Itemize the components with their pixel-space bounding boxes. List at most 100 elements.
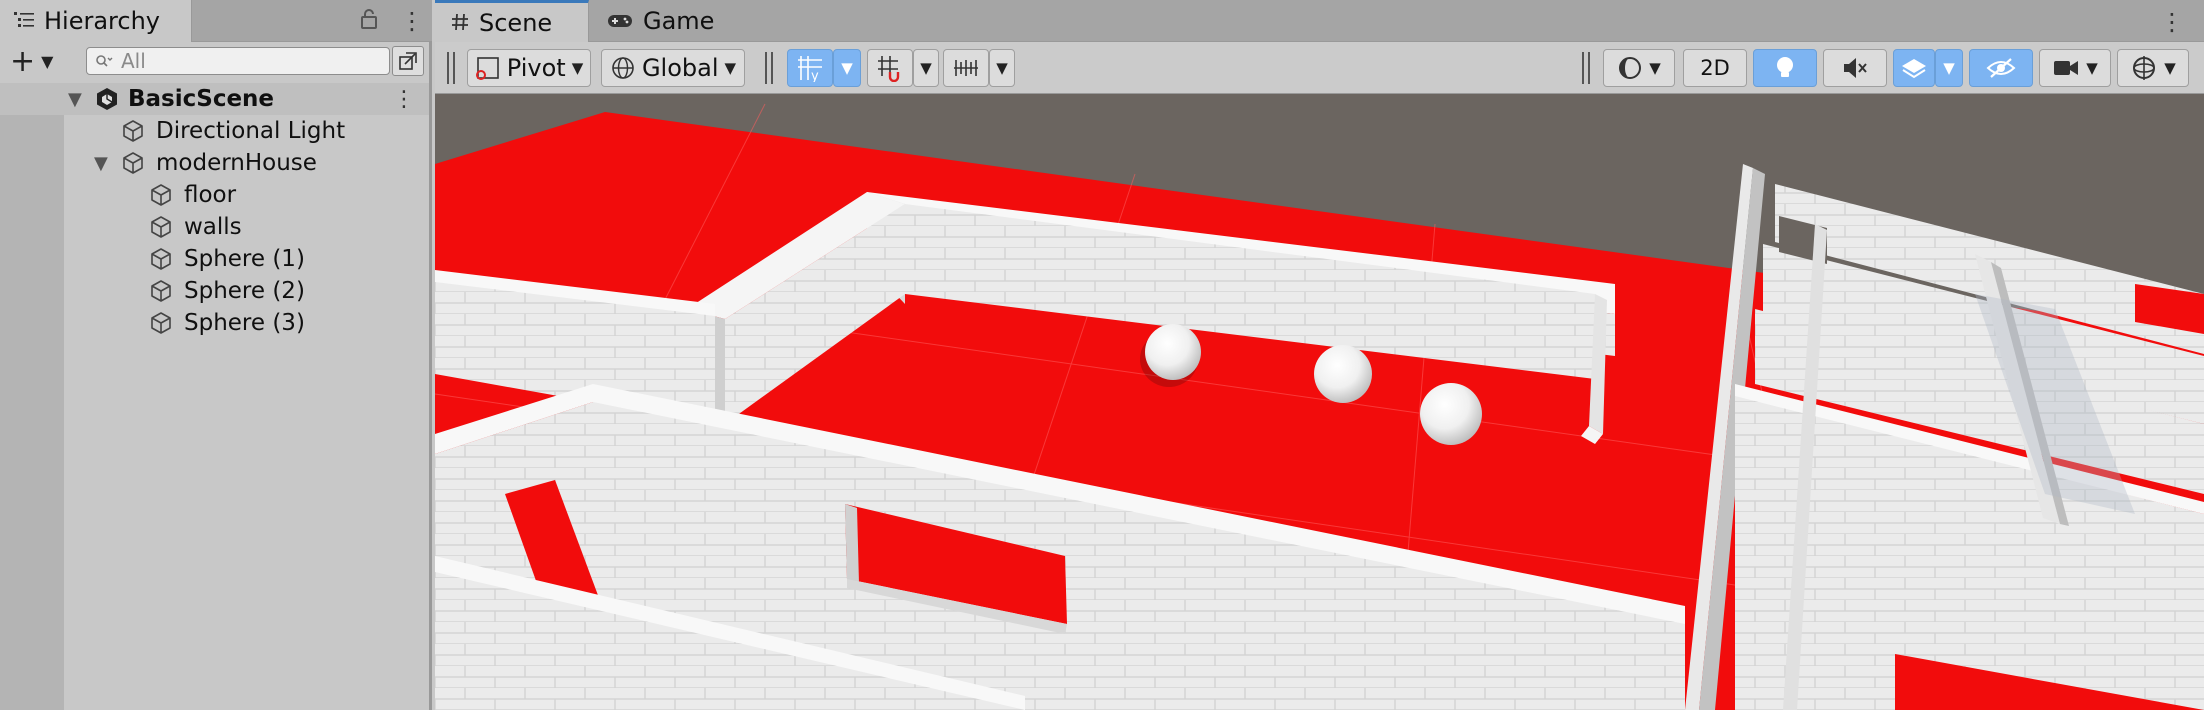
tab-scene[interactable]: Scene — [435, 0, 589, 42]
grid-snap-toggle[interactable]: y — [787, 49, 833, 87]
scene-name: BasicScene — [128, 86, 275, 112]
chevron-down-icon: ▼ — [571, 59, 584, 77]
pivot-icon — [475, 55, 501, 81]
effects-dropdown[interactable]: ▼ — [1935, 49, 1963, 87]
toolbar-grip[interactable] — [765, 52, 773, 84]
hierarchy-tab-label: Hierarchy — [44, 7, 161, 35]
gamepad-icon — [607, 7, 633, 35]
camera-icon — [2052, 56, 2080, 80]
item-label: Directional Light — [156, 118, 346, 144]
chevron-down-icon: ▼ — [996, 59, 1008, 77]
mode-2d-toggle[interactable]: 2D — [1683, 49, 1747, 87]
mute-icon — [1841, 55, 1869, 81]
global-dropdown[interactable]: Global ▼ — [601, 49, 745, 87]
scene-visibility-button[interactable] — [392, 46, 424, 76]
hierarchy-item-sphere-3[interactable]: Sphere (3) — [0, 307, 429, 339]
draw-mode-dropdown[interactable]: ▼ — [1603, 49, 1675, 87]
hierarchy-tab-bar: Hierarchy ⋮ — [0, 0, 432, 42]
cube-icon — [148, 214, 174, 240]
svg-text:y: y — [811, 69, 819, 82]
effects-toggle[interactable] — [1893, 49, 1935, 87]
sphere-3[interactable] — [1420, 383, 1482, 445]
item-label: floor — [184, 182, 237, 208]
scene-render — [435, 94, 2204, 710]
toolbar-grip[interactable] — [1582, 52, 1590, 84]
cube-icon — [148, 278, 174, 304]
scene-tab-bar: Scene Game ⋮ — [435, 0, 2204, 42]
scene-toolbar: Pivot ▼ Global ▼ y ▼ ▼ ▼ ▼ 2D ▼ ▼ ▼ — [435, 42, 2204, 94]
search-field[interactable] — [86, 47, 390, 75]
chevron-down-icon: ▼ — [920, 59, 932, 77]
scene-tab-label: Scene — [479, 8, 553, 37]
tab-game[interactable]: Game — [591, 0, 741, 42]
add-button[interactable]: + ▼ — [10, 43, 54, 79]
global-label: Global — [641, 54, 719, 82]
hierarchy-item-walls[interactable]: walls — [0, 211, 429, 243]
item-label: Sphere (3) — [184, 310, 305, 336]
chevron-down-icon: ▼ — [2164, 59, 2176, 77]
item-label: Sphere (2) — [184, 278, 305, 304]
search-input[interactable] — [121, 49, 371, 73]
fold-open-icon[interactable]: ▼ — [68, 89, 82, 110]
hierarchy-panel: Hierarchy ⋮ + ▼ ▼ B — [0, 0, 432, 710]
hierarchy-item-modernhouse[interactable]: ▼ modernHouse — [0, 147, 429, 179]
pivot-dropdown[interactable]: Pivot ▼ — [467, 49, 591, 87]
grid-snap-dropdown[interactable]: ▼ — [833, 49, 861, 87]
ruler-dropdown[interactable]: ▼ — [989, 49, 1015, 87]
lightbulb-icon — [1773, 55, 1797, 81]
ruler-icon — [952, 54, 980, 82]
hierarchy-item-basicscene[interactable]: ▼ BasicScene ⋮ — [0, 83, 429, 115]
tab-hierarchy[interactable]: Hierarchy — [0, 0, 192, 42]
increment-snap-icon — [876, 54, 904, 82]
toolbar-grip[interactable] — [447, 52, 455, 84]
visibility-toggle[interactable] — [1969, 49, 2033, 87]
ruler-toggle[interactable] — [943, 49, 989, 87]
cube-icon — [120, 118, 146, 144]
lighting-toggle[interactable] — [1753, 49, 1817, 87]
item-label: walls — [184, 214, 242, 240]
hierarchy-tree: ▼ BasicScene ⋮ Directional Light ▼ moder… — [0, 83, 429, 339]
search-icon — [95, 49, 113, 73]
game-tab-label: Game — [643, 7, 715, 35]
hierarchy-item-directional-light[interactable]: Directional Light — [0, 115, 429, 147]
wall — [845, 504, 859, 584]
chevron-down-icon: ▼ — [1649, 59, 1661, 77]
globe-icon — [610, 55, 636, 81]
item-label: Sphere (1) — [184, 246, 305, 272]
gizmos-dropdown[interactable]: ▼ — [2117, 49, 2189, 87]
grid-snap-icon: y — [796, 54, 824, 82]
chevron-down-icon: ▼ — [841, 59, 853, 77]
sphere-2[interactable] — [1314, 345, 1372, 403]
pivot-label: Pivot — [506, 54, 566, 82]
layers-icon — [1900, 55, 1928, 81]
cube-icon — [148, 182, 174, 208]
kebab-menu-icon[interactable]: ⋮ — [393, 87, 415, 112]
lock-icon[interactable] — [360, 7, 378, 35]
item-label: modernHouse — [156, 150, 317, 176]
chevron-down-icon: ▼ — [1943, 59, 1955, 77]
chevron-down-icon: ▼ — [2086, 59, 2098, 77]
kebab-menu-icon[interactable]: ⋮ — [2160, 8, 2184, 36]
plus-icon: + — [10, 43, 36, 79]
chevron-down-icon: ▼ — [41, 51, 54, 71]
hierarchy-item-sphere-1[interactable]: Sphere (1) — [0, 243, 429, 275]
hierarchy-item-floor[interactable]: floor — [0, 179, 429, 211]
grid-hash-icon — [451, 9, 469, 37]
scene-viewport[interactable] — [435, 94, 2204, 710]
list-icon — [14, 7, 34, 35]
gizmo-icon — [2130, 54, 2158, 82]
camera-dropdown[interactable]: ▼ — [2039, 49, 2111, 87]
scene-panel: Scene Game ⋮ Pivot ▼ Global ▼ y ▼ ▼ ▼ ▼ … — [435, 0, 2204, 710]
sphere-1[interactable] — [1145, 324, 1201, 380]
increment-snap-dropdown[interactable]: ▼ — [913, 49, 939, 87]
audio-toggle[interactable] — [1823, 49, 1887, 87]
hidden-eye-icon — [1986, 55, 2016, 81]
mode-2d-label: 2D — [1700, 56, 1730, 80]
fold-open-icon[interactable]: ▼ — [94, 153, 108, 174]
cube-icon — [148, 310, 174, 336]
cube-icon — [120, 150, 146, 176]
increment-snap-toggle[interactable] — [867, 49, 913, 87]
unity-scene-icon — [94, 86, 120, 112]
kebab-menu-icon[interactable]: ⋮ — [400, 7, 424, 35]
hierarchy-item-sphere-2[interactable]: Sphere (2) — [0, 275, 429, 307]
